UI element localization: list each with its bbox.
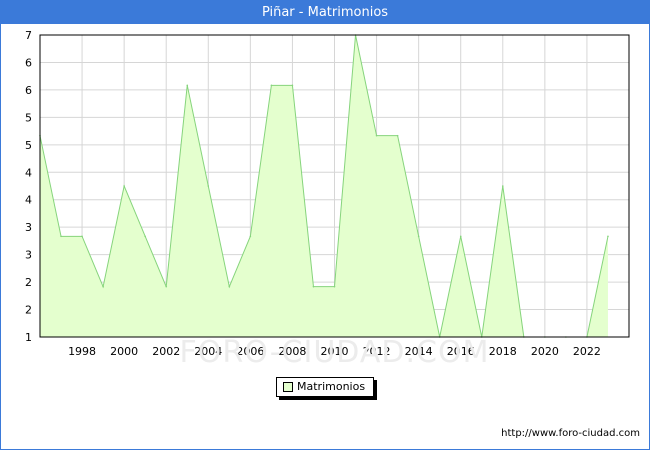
data-point — [396, 134, 399, 137]
y-tick-label: 6 — [25, 84, 32, 97]
data-point — [607, 235, 609, 238]
data-point — [459, 235, 462, 238]
y-tick-label: 5 — [25, 139, 32, 152]
data-point — [81, 235, 83, 238]
watermark: FORO-CIUDAD.COM — [180, 335, 490, 370]
data-point — [375, 134, 378, 137]
data-point — [249, 235, 252, 238]
y-tick-label: 2 — [25, 276, 32, 289]
y-tick-label: 2 — [25, 304, 32, 317]
y-tick-label: 3 — [25, 249, 32, 262]
y-tick-label: 5 — [25, 111, 32, 124]
data-point — [270, 84, 273, 87]
x-tick-label: 2020 — [531, 345, 559, 358]
legend: Matrimonios — [276, 377, 374, 397]
data-point — [186, 84, 189, 87]
x-tick-label: 2018 — [489, 345, 517, 358]
x-tick-label: 2022 — [573, 345, 601, 358]
data-point — [417, 235, 420, 238]
y-tick-label: 4 — [25, 194, 32, 207]
data-point — [291, 84, 294, 87]
legend-swatch — [283, 382, 293, 392]
data-point — [228, 285, 231, 288]
y-tick-label: 7 — [25, 29, 32, 42]
x-tick-label: 2002 — [152, 345, 180, 358]
data-point — [207, 185, 210, 187]
source-link[interactable]: http://www.foro-ciudad.com — [501, 428, 640, 439]
data-point — [144, 235, 146, 238]
data-point — [165, 285, 168, 288]
x-tick-label: 1998 — [68, 345, 96, 358]
y-tick-label: 4 — [25, 166, 32, 179]
y-tick-label: 3 — [25, 221, 32, 234]
data-point — [333, 285, 336, 288]
data-point — [102, 285, 104, 288]
legend-label: Matrimonios — [297, 380, 366, 393]
data-point — [60, 235, 62, 238]
data-point — [123, 185, 125, 187]
x-tick-label: 2000 — [110, 345, 138, 358]
y-tick-label: 6 — [25, 56, 32, 69]
data-point — [501, 185, 504, 187]
y-tick-label: 1 — [25, 331, 32, 344]
data-point — [312, 285, 315, 288]
